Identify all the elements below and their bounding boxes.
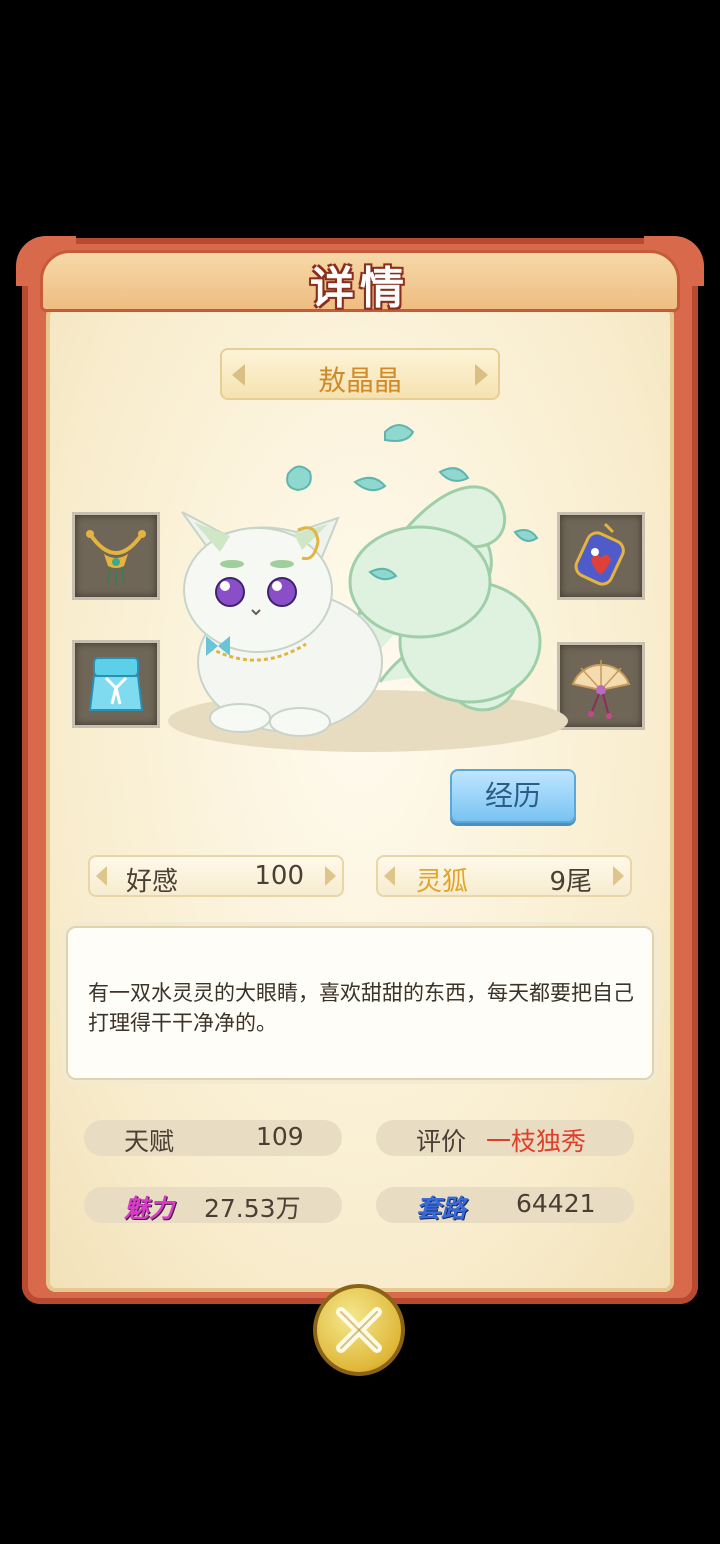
arrow-right-icon: [325, 866, 336, 886]
character-name: 敖晶晶: [317, 364, 402, 397]
species-label: 灵狐: [416, 867, 469, 897]
equipment-slot-clothing[interactable]: [72, 640, 160, 728]
arrow-right-icon: [613, 866, 624, 886]
close-button[interactable]: [313, 1284, 405, 1376]
talent-label: 天赋: [124, 1127, 175, 1156]
experience-button[interactable]: 经历: [450, 769, 576, 823]
dialog-title: 详情: [310, 263, 410, 314]
affection-label: 好感: [126, 867, 179, 897]
nine-tailed-fox-illustration: [181, 424, 542, 737]
tactics-value: 64421: [516, 1189, 596, 1218]
name-plate: 敖晶晶: [220, 348, 500, 400]
equipment-slot-fan[interactable]: [557, 642, 645, 730]
close-icon: [336, 1307, 382, 1353]
description-box: 有一双水灵灵的大眼睛，喜欢甜甜的东西，每天都要把自己打理得干干净净的。: [66, 926, 654, 1080]
charm-label: 魅力: [124, 1194, 175, 1223]
affection-value: 100: [254, 861, 304, 891]
species-value: 9尾: [549, 867, 592, 897]
folding-fan-icon: [571, 660, 631, 719]
talent-stat: 天赋 109: [84, 1120, 342, 1156]
necklace-icon: [86, 530, 146, 586]
arrow-left-icon: [384, 866, 395, 886]
clothing-icon: [88, 657, 144, 711]
rating-value: 一枝独秀: [486, 1127, 587, 1156]
pouch-icon: [574, 522, 625, 586]
charm-stat: 魅力 27.53万: [84, 1187, 342, 1223]
species-pill: 灵狐 9尾: [376, 855, 632, 897]
talent-value: 109: [256, 1122, 304, 1151]
tactics-label: 套路: [416, 1194, 467, 1223]
equipment-slot-necklace[interactable]: [72, 512, 160, 600]
rating-stat: 评价 一枝独秀: [376, 1120, 634, 1156]
equipment-slot-pouch[interactable]: [557, 512, 645, 600]
affection-pill: 好感 100: [88, 855, 344, 897]
arrow-left-icon: [96, 866, 107, 886]
description-text: 有一双水灵灵的大眼睛，喜欢甜甜的东西，每天都要把自己打理得干干净净的。: [88, 981, 634, 1035]
charm-value: 27.53万: [204, 1194, 301, 1223]
arrow-right-icon: [475, 364, 488, 386]
rating-label: 评价: [416, 1127, 467, 1156]
tactics-stat: 套路 64421: [376, 1187, 634, 1223]
